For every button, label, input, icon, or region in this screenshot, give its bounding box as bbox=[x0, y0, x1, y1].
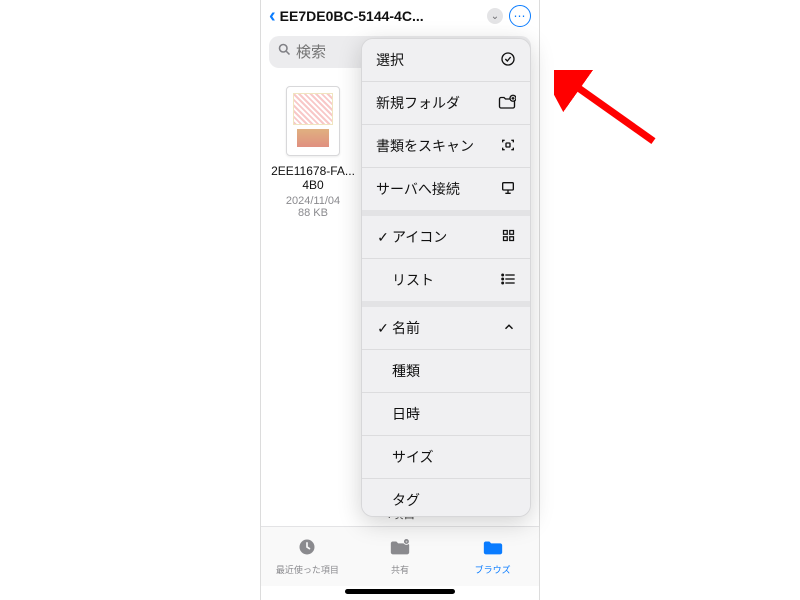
check-icon: ✓ bbox=[376, 320, 390, 337]
navbar: ‹ EE7DE0BC-5144-4C... ⌄ ⋯ bbox=[261, 0, 539, 32]
menu-sort-tags[interactable]: タグ bbox=[362, 478, 530, 516]
tab-label: ブラウズ bbox=[475, 563, 511, 576]
menu-select[interactable]: 選択 bbox=[362, 39, 530, 81]
clock-icon bbox=[297, 537, 317, 562]
tab-label: 最近使った項目 bbox=[276, 563, 339, 576]
scan-icon bbox=[500, 137, 516, 156]
folder-icon bbox=[482, 537, 504, 562]
file-item[interactable]: 2EE11678-FA...4B0 2024/11/04 88 KB bbox=[271, 86, 355, 219]
options-menu: 選択 新規フォルダ 書類をスキャン サーバへ接続 bbox=[361, 38, 531, 517]
server-icon bbox=[500, 180, 516, 199]
tab-bar: 最近使った項目 + 共有 ブラウズ bbox=[261, 526, 539, 586]
select-icon bbox=[500, 51, 516, 70]
file-name: 2EE11678-FA...4B0 bbox=[271, 164, 355, 193]
new-folder-icon bbox=[498, 94, 516, 113]
tab-recents[interactable]: 最近使った項目 bbox=[261, 527, 354, 586]
menu-view-icons[interactable]: ✓ アイコン bbox=[362, 216, 530, 258]
list-icon bbox=[500, 272, 516, 289]
menu-sort-kind[interactable]: 種類 bbox=[362, 349, 530, 392]
shared-folder-icon: + bbox=[389, 537, 411, 562]
file-size: 88 KB bbox=[271, 207, 355, 219]
tab-browse[interactable]: ブラウズ bbox=[446, 527, 539, 586]
home-indicator[interactable] bbox=[345, 589, 455, 594]
grid-icon bbox=[501, 228, 516, 246]
menu-scan-documents[interactable]: 書類をスキャン bbox=[362, 124, 530, 167]
folder-title[interactable]: EE7DE0BC-5144-4C... bbox=[280, 8, 481, 24]
app-window: ‹ EE7DE0BC-5144-4C... ⌄ ⋯ 2EE11678-FA...… bbox=[260, 0, 540, 600]
search-icon bbox=[277, 42, 292, 62]
chevron-up-icon bbox=[502, 320, 516, 337]
svg-text:+: + bbox=[405, 539, 408, 544]
check-icon: ✓ bbox=[376, 229, 390, 246]
menu-sort-size[interactable]: サイズ bbox=[362, 435, 530, 478]
back-button[interactable]: ‹ bbox=[269, 5, 276, 28]
menu-connect-to-server[interactable]: サーバへ接続 bbox=[362, 167, 530, 210]
file-date: 2024/11/04 bbox=[271, 195, 355, 207]
menu-view-list[interactable]: リスト bbox=[362, 258, 530, 301]
menu-new-folder[interactable]: 新規フォルダ bbox=[362, 81, 530, 124]
menu-sort-name[interactable]: ✓ 名前 bbox=[362, 307, 530, 349]
title-chevron-icon[interactable]: ⌄ bbox=[487, 8, 503, 24]
more-options-button[interactable]: ⋯ bbox=[509, 5, 531, 27]
menu-sort-date[interactable]: 日時 bbox=[362, 392, 530, 435]
annotation-arrow-icon bbox=[554, 70, 664, 150]
tab-shared[interactable]: + 共有 bbox=[354, 527, 447, 586]
tab-label: 共有 bbox=[391, 563, 409, 576]
document-thumbnail-icon bbox=[286, 86, 340, 156]
